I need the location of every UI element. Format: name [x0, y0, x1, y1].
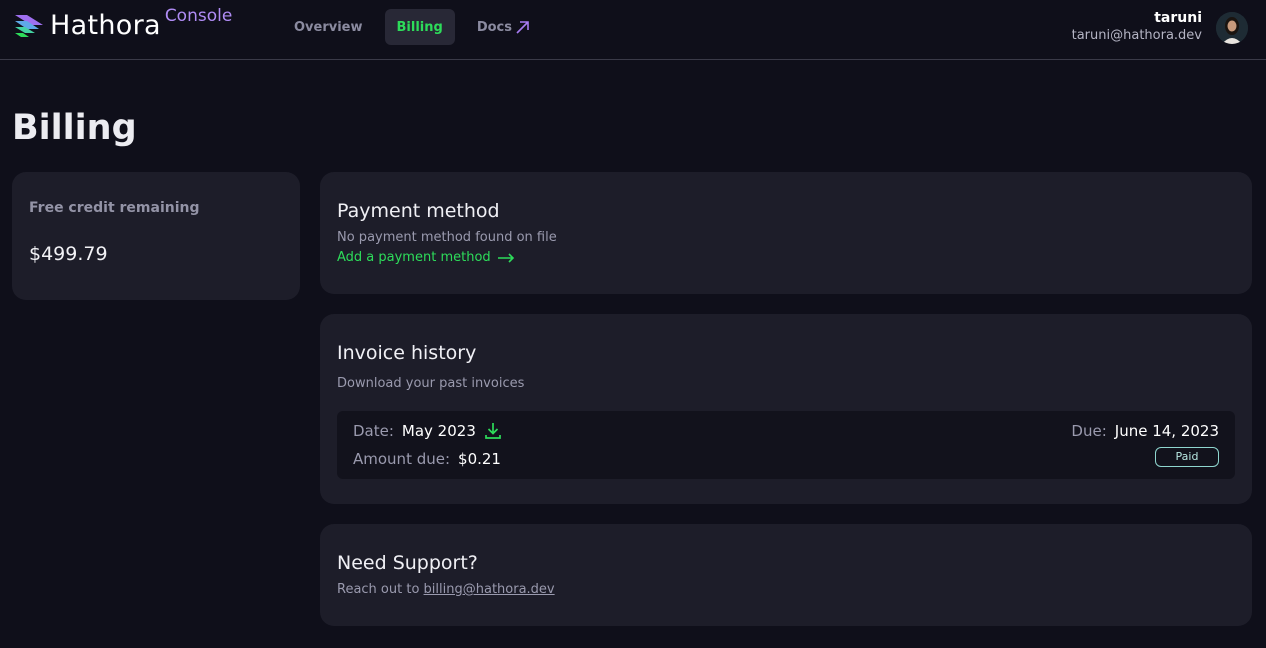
payment-method-subtitle: No payment method found on file [337, 230, 557, 245]
user-avatar-icon [1216, 11, 1248, 44]
invoice-due-date: June 14, 2023 [1114, 422, 1219, 440]
brand-product: Console [164, 6, 233, 26]
credit-card: Free credit remaining $499.79 [12, 172, 300, 300]
user-menu[interactable]: taruni taruni@hathora.dev [1072, 10, 1248, 45]
add-payment-method-link[interactable]: Add a payment method [337, 250, 1235, 266]
download-icon[interactable] [484, 422, 502, 440]
invoice-due-info: Due: June 14, 2023 Paid [1071, 420, 1219, 467]
page-title: Billing [12, 108, 137, 148]
invoice-history-title: Invoice history [337, 342, 477, 364]
support-title: Need Support? [337, 552, 478, 574]
invoice-amount-label: Amount due: [353, 450, 451, 468]
nav-overview-label: Overview [294, 19, 363, 35]
invoice-amount: $0.21 [458, 450, 501, 468]
credit-value: $499.79 [29, 243, 108, 265]
invoice-date-label: Date: [353, 422, 394, 440]
payment-method-title: Payment method [337, 200, 500, 222]
invoice-history-subtitle: Download your past invoices [337, 376, 525, 391]
invoice-history-card: Invoice history Download your past invoi… [320, 314, 1252, 504]
invoice-due-line: Due: June 14, 2023 [1071, 420, 1219, 442]
brand-name: Hathora [50, 10, 161, 41]
invoice-due-label: Due: [1071, 422, 1107, 440]
invoice-row: Date: May 2023 Amount due: $0.21 Due: Ju… [337, 411, 1235, 479]
hathora-logo[interactable]: Hathora Console [13, 6, 232, 44]
external-link-arrow-icon [516, 20, 529, 34]
invoice-date-line: Date: May 2023 [353, 420, 502, 442]
invoice-details: Date: May 2023 Amount due: $0.21 [353, 420, 502, 476]
invoice-date: May 2023 [401, 422, 476, 440]
support-text-line: Reach out to billing@hathora.dev [337, 582, 1235, 598]
nav-billing[interactable]: Billing [384, 9, 455, 45]
user-name: taruni [1154, 10, 1202, 26]
arrow-right-icon [497, 253, 514, 263]
support-text: Reach out to [337, 582, 420, 597]
hathora-logo-icon [15, 15, 43, 37]
credit-label: Free credit remaining [29, 200, 200, 216]
nav-docs[interactable]: Docs [465, 9, 542, 45]
invoice-amount-line: Amount due: $0.21 [353, 448, 502, 470]
avatar[interactable] [1216, 11, 1248, 44]
top-header: Hathora Console Overview Billing Docs ta… [0, 0, 1266, 60]
nav-docs-label: Docs [476, 19, 512, 35]
status-badge: Paid [1155, 447, 1219, 467]
nav-overview[interactable]: Overview [282, 9, 375, 45]
user-info: taruni taruni@hathora.dev [1072, 10, 1202, 45]
add-payment-method-label: Add a payment method [337, 250, 491, 265]
payment-method-card: Payment method No payment method found o… [320, 172, 1252, 294]
support-card: Need Support? Reach out to billing@hatho… [320, 524, 1252, 626]
support-email-link[interactable]: billing@hathora.dev [424, 582, 555, 597]
main-nav: Overview Billing Docs [282, 9, 552, 45]
nav-billing-label: Billing [396, 19, 443, 35]
user-email: taruni@hathora.dev [1071, 28, 1202, 43]
